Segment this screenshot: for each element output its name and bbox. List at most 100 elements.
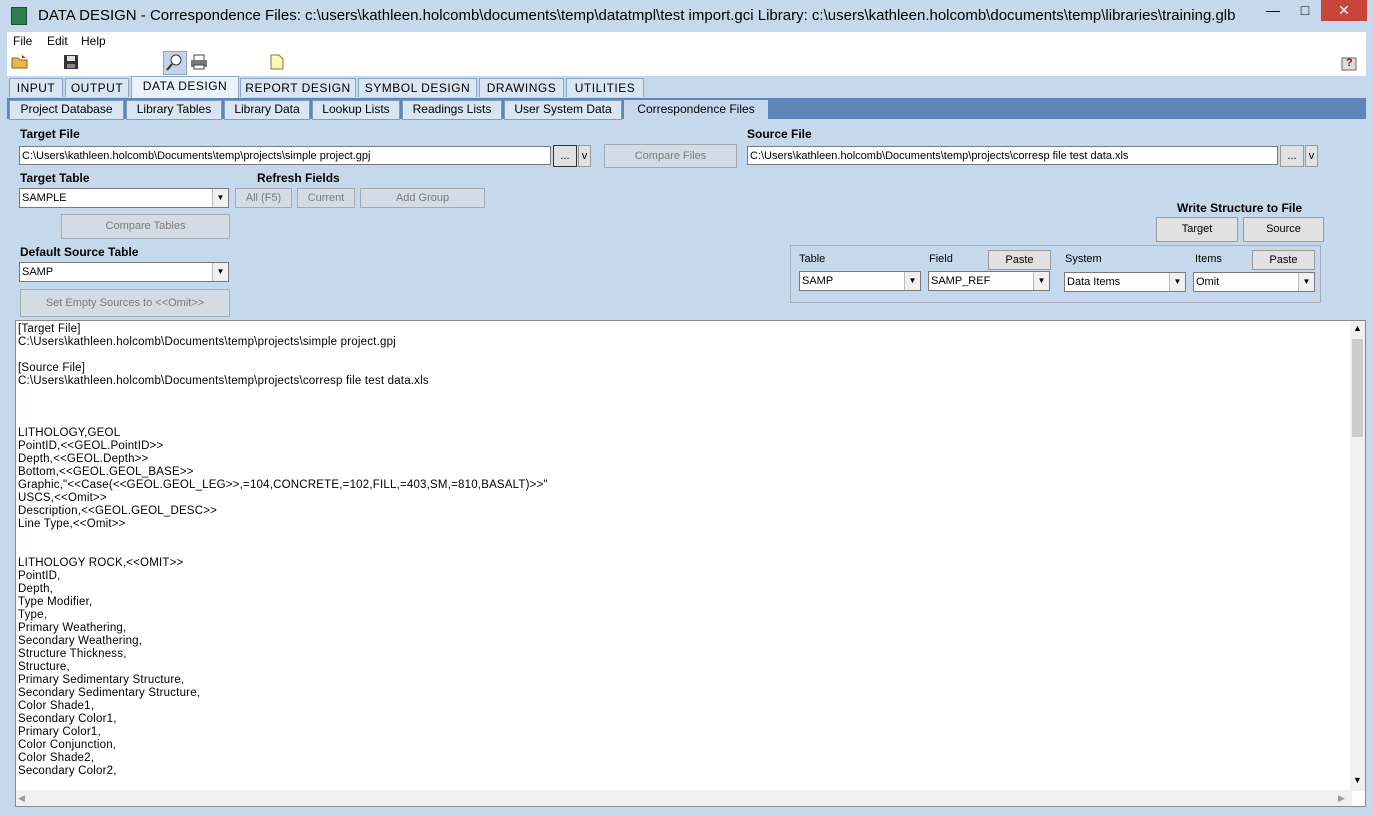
items-paste-button[interactable]: Paste (1252, 250, 1315, 270)
refresh-fields-label: Refresh Fields (257, 171, 340, 185)
tab-output[interactable]: OUTPUT (65, 78, 129, 97)
tab-drawings[interactable]: DRAWINGS (479, 78, 564, 97)
table-select[interactable]: SAMP ▼ (799, 271, 921, 291)
field-label: Field (929, 253, 953, 265)
source-file-browse-button[interactable]: ... (1280, 145, 1304, 167)
subtab-user-system-data[interactable]: User System Data (504, 100, 622, 120)
editor-line: PointID,<<GEOL.PointID>> (18, 440, 164, 452)
chevron-down-icon[interactable]: ▼ (1033, 272, 1049, 290)
target-file-label: Target File (20, 127, 80, 141)
menu-file[interactable]: File (13, 34, 32, 48)
refresh-all-button[interactable]: All (F5) (235, 188, 292, 208)
tab-utilities[interactable]: UTILITIES (566, 78, 644, 97)
editor-line: USCS,<<Omit>> (18, 492, 107, 504)
tab-data-design[interactable]: DATA DESIGN (131, 76, 239, 98)
editor-line: Bottom,<<GEOL.GEOL_BASE>> (18, 466, 194, 478)
horizontal-scrollbar[interactable]: ◀ ▶ (16, 790, 1352, 806)
system-label: System (1065, 253, 1102, 265)
subtab-readings-lists[interactable]: Readings Lists (402, 100, 502, 120)
editor-line: Color Shade1, (18, 700, 95, 712)
system-select[interactable]: Data Items ▼ (1064, 272, 1186, 292)
vertical-scrollbar[interactable]: ▲ ▼ (1350, 321, 1365, 791)
editor-line: [Target File] (18, 323, 81, 335)
tab-symbol-design[interactable]: SYMBOL DESIGN (358, 78, 477, 97)
default-source-table-value: SAMP (22, 266, 54, 278)
items-label: Items (1195, 253, 1222, 265)
editor-line: Depth,<<GEOL.Depth>> (18, 453, 149, 465)
items-value: Omit (1196, 276, 1220, 288)
target-table-value: SAMPLE (22, 192, 67, 204)
default-source-table-select[interactable]: SAMP ▼ (19, 262, 229, 282)
scroll-left-arrow-icon[interactable]: ◀ (18, 790, 32, 806)
subtab-correspondence-files[interactable]: Correspondence Files (624, 100, 768, 120)
write-source-button[interactable]: Source (1243, 217, 1324, 242)
editor-line: Graphic,"<<Case(<<GEOL.GEOL_LEG>>,=104,C… (18, 479, 548, 491)
correspondence-text-editor[interactable]: [Target File] C:\Users\kathleen.holcomb\D… (15, 320, 1366, 807)
toolbar (7, 50, 1366, 77)
help-icon[interactable]: ? (1340, 54, 1358, 71)
default-source-table-label: Default Source Table (20, 245, 139, 259)
compare-tables-button[interactable]: Compare Tables (61, 214, 230, 239)
target-table-select[interactable]: SAMPLE ▼ (19, 188, 229, 208)
scroll-right-arrow-icon[interactable]: ▶ (1338, 790, 1352, 806)
chevron-down-icon[interactable]: ▼ (1298, 273, 1314, 291)
field-paste-button[interactable]: Paste (988, 250, 1051, 270)
table-value: SAMP (802, 275, 834, 287)
open-folder-icon[interactable] (11, 54, 29, 70)
editor-line: Secondary Color1, (18, 713, 117, 725)
scroll-down-arrow-icon[interactable]: ▼ (1350, 773, 1365, 788)
find-icon[interactable] (163, 51, 187, 75)
refresh-current-button[interactable]: Current (297, 188, 355, 208)
new-document-icon[interactable] (270, 54, 288, 70)
editor-line: C:\Users\kathleen.holcomb\Documents\temp… (18, 336, 396, 348)
chevron-down-icon[interactable]: ▼ (904, 272, 920, 290)
editor-line: PointID, (18, 570, 61, 582)
subtab-library-data[interactable]: Library Data (224, 100, 310, 120)
tab-report-design[interactable]: REPORT DESIGN (240, 78, 356, 97)
editor-line: Primary Color1, (18, 726, 101, 738)
items-select[interactable]: Omit ▼ (1193, 272, 1315, 292)
scroll-up-arrow-icon[interactable]: ▲ (1350, 321, 1365, 336)
title-bar: DATA DESIGN - Correspondence Files: c:\u… (0, 0, 1373, 32)
system-value: Data Items (1067, 276, 1121, 288)
editor-line: C:\Users\kathleen.holcomb\Documents\temp… (18, 375, 429, 387)
editor-content: [Target File] C:\Users\kathleen.holcomb\D… (18, 323, 548, 778)
subtab-lookup-lists[interactable]: Lookup Lists (312, 100, 400, 120)
chevron-down-icon[interactable]: ▼ (1169, 273, 1185, 291)
maximize-button[interactable]: □ (1290, 0, 1320, 21)
save-icon[interactable] (63, 54, 81, 70)
menu-help[interactable]: Help (81, 34, 106, 48)
minimize-button[interactable]: — (1258, 0, 1288, 21)
chevron-down-icon[interactable]: ▼ (212, 189, 228, 207)
write-target-button[interactable]: Target (1156, 217, 1238, 242)
editor-line: Type Modifier, (18, 596, 93, 608)
target-file-browse-button[interactable]: ... (553, 145, 577, 167)
chevron-down-icon[interactable]: ▼ (212, 263, 228, 281)
set-empty-sources-button[interactable]: Set Empty Sources to <<Omit>> (20, 289, 230, 317)
editor-line: Secondary Weathering, (18, 635, 143, 647)
source-file-label: Source File (747, 127, 812, 141)
field-select[interactable]: SAMP_REF ▼ (928, 271, 1050, 291)
editor-line: Color Conjunction, (18, 739, 117, 751)
window-title: DATA DESIGN - Correspondence Files: c:\u… (38, 7, 1236, 24)
print-icon[interactable] (190, 54, 208, 70)
menu-edit[interactable]: Edit (47, 34, 68, 48)
target-file-input[interactable]: C:\Users\kathleen.holcomb\Documents\temp… (19, 146, 551, 165)
field-value: SAMP_REF (931, 275, 991, 287)
target-file-dropdown-button[interactable]: v (578, 145, 591, 167)
subtab-project-database[interactable]: Project Database (9, 100, 124, 120)
add-group-button[interactable]: Add Group (360, 188, 485, 208)
editor-line: Color Shade2, (18, 752, 95, 764)
tab-input[interactable]: INPUT (9, 78, 63, 97)
compare-files-button[interactable]: Compare Files (604, 144, 737, 168)
subtab-library-tables[interactable]: Library Tables (126, 100, 222, 120)
scroll-thumb[interactable] (1352, 339, 1363, 437)
source-file-dropdown-button[interactable]: v (1305, 145, 1318, 167)
close-button[interactable]: ✕ (1321, 0, 1367, 21)
editor-line: LITHOLOGY,GEOL (18, 427, 121, 439)
editor-line: LITHOLOGY ROCK,<<OMIT>> (18, 557, 184, 569)
source-file-input[interactable]: C:\Users\kathleen.holcomb\Documents\temp… (747, 146, 1278, 165)
